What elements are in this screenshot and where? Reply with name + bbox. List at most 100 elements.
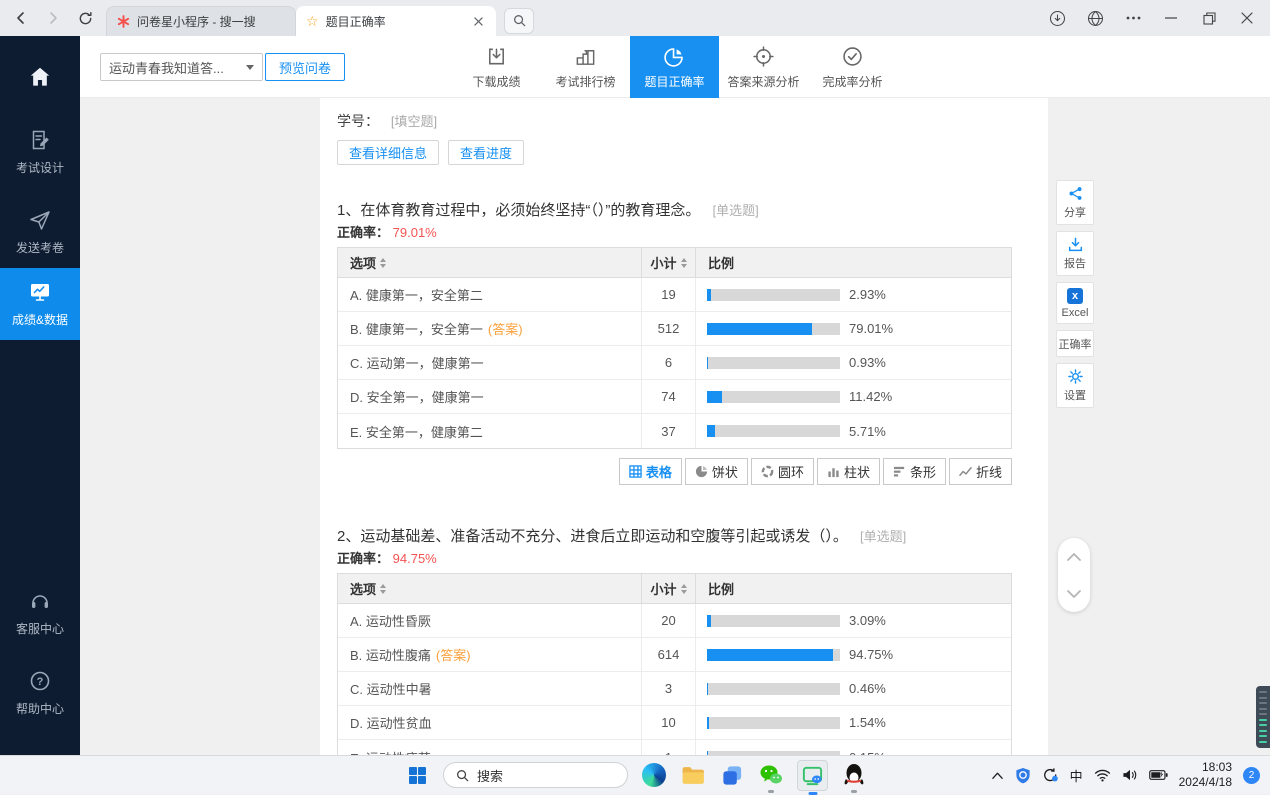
chart-type-bar-button[interactable]: 条形 xyxy=(883,458,946,485)
chart-type-pie-button[interactable]: 饼状 xyxy=(685,458,748,485)
notification-count-badge[interactable]: 2 xyxy=(1243,767,1260,784)
table-row: D. 运动性贫血 10 1.54% xyxy=(338,706,1011,740)
sidebar-item-label: 客服中心 xyxy=(16,620,64,637)
answer-tag: (答案) xyxy=(436,645,471,664)
window-restore-button[interactable] xyxy=(1192,3,1226,33)
column-header-count[interactable]: 小计 xyxy=(641,248,695,277)
active-screen-app-icon[interactable] xyxy=(797,760,828,791)
browser-back-button[interactable] xyxy=(8,5,34,31)
tray-security-shield-icon[interactable] xyxy=(1015,767,1031,784)
volume-icon[interactable] xyxy=(1122,768,1138,782)
table-row: D. 安全第一，健康第一 74 11.42% xyxy=(338,380,1011,414)
qq-icon[interactable] xyxy=(841,762,867,788)
sort-icon[interactable] xyxy=(681,258,687,268)
search-placeholder: 搜索 xyxy=(477,766,503,785)
browser-menu-icon[interactable] xyxy=(1116,3,1150,33)
view-progress-button[interactable]: 查看进度 xyxy=(448,140,524,165)
browser-tab-accuracy[interactable]: ☆ 题目正确率 xyxy=(296,6,496,36)
sidebar-item-home[interactable] xyxy=(0,46,80,108)
view-details-button[interactable]: 查看详细信息 xyxy=(337,140,439,165)
taskbar-search-box[interactable]: 搜索 xyxy=(443,762,628,788)
option-text: B. 运动性腹痛 xyxy=(350,645,431,664)
pie-chart-icon xyxy=(663,45,686,68)
sidebar-item-send-exam[interactable]: 发送考卷 xyxy=(0,196,80,268)
report-button[interactable]: 报告 xyxy=(1056,231,1094,276)
settings-button[interactable]: 设置 xyxy=(1056,363,1094,408)
nav-tab-completion-rate-analysis[interactable]: 完成率分析 xyxy=(808,36,897,98)
accuracy-tool-button[interactable]: 正确率 xyxy=(1056,330,1094,357)
tab-close-icon[interactable] xyxy=(470,13,486,29)
gear-icon xyxy=(1068,369,1083,384)
nav-tab-question-accuracy[interactable]: 题目正确率 xyxy=(630,36,719,98)
chart-type-table-button[interactable]: 表格 xyxy=(619,458,682,485)
sidebar-item-label: 帮助中心 xyxy=(16,700,64,717)
count-value: 614 xyxy=(641,638,695,671)
globe-icon[interactable] xyxy=(1078,3,1112,33)
sidebar-item-exam-design[interactable]: 考试设计 xyxy=(0,116,80,188)
blue-squares-app-icon[interactable] xyxy=(719,762,745,788)
question-text: 1、在体育教育过程中，必须始终坚持“（）”的教育理念。 xyxy=(337,202,700,219)
field-label: 学号： xyxy=(337,113,379,129)
ranking-icon xyxy=(574,45,597,68)
tray-time: 18:03 xyxy=(1179,760,1232,775)
question-title: 2、运动基础差、准备活动不充分、进食后立即运动和空腹等引起或诱发（）。 [单选题… xyxy=(337,525,1031,545)
chart-type-donut-button[interactable]: 圆环 xyxy=(751,458,814,485)
count-value: 1 xyxy=(641,740,695,755)
chevron-down-icon xyxy=(246,65,254,70)
tab-search-button[interactable] xyxy=(504,8,534,34)
answer-tag: (答案) xyxy=(488,319,523,338)
ratio-label: 5.71% xyxy=(849,424,886,439)
start-button[interactable] xyxy=(404,762,430,788)
ratio-bar xyxy=(707,615,840,627)
nav-tab-download-scores[interactable]: 下载成绩 xyxy=(452,36,541,98)
sort-icon[interactable] xyxy=(380,584,386,594)
star-favicon: ☆ xyxy=(306,13,319,30)
scroll-down-icon[interactable] xyxy=(1066,589,1082,599)
wechat-icon[interactable] xyxy=(758,762,784,788)
nav-tab-exam-ranking[interactable]: 考试排行榜 xyxy=(541,36,630,98)
column-header-count[interactable]: 小计 xyxy=(641,574,695,603)
tray-clock[interactable]: 18:03 2024/4/18 xyxy=(1179,760,1232,790)
search-icon xyxy=(456,769,469,782)
chart-type-column-button[interactable]: 柱状 xyxy=(817,458,880,485)
tray-sync-icon[interactable] xyxy=(1042,767,1059,783)
downloads-icon[interactable] xyxy=(1040,3,1074,33)
sort-icon[interactable] xyxy=(380,258,386,268)
option-text: E. 运动性疲劳 xyxy=(350,748,431,756)
sidebar-item-customer-service[interactable]: 客服中心 xyxy=(0,577,80,649)
preview-survey-button[interactable]: 预览问卷 xyxy=(265,53,345,81)
share-button[interactable]: 分享 xyxy=(1056,180,1094,225)
check-circle-icon xyxy=(841,45,864,68)
window-close-button[interactable] xyxy=(1230,3,1264,33)
file-explorer-icon[interactable] xyxy=(680,762,706,788)
battery-charging-icon[interactable] xyxy=(1149,769,1168,781)
sort-icon[interactable] xyxy=(681,584,687,594)
sidebar-item-help-center[interactable]: ? 帮助中心 xyxy=(0,657,80,729)
donut-icon xyxy=(761,465,774,478)
tray-chevron-up-icon[interactable] xyxy=(991,771,1004,780)
docked-edge-widget[interactable] xyxy=(1256,686,1270,748)
content-area: 学号： [填空题] 查看详细信息 查看进度 1、在体育教育过程中，必须始终坚持“… xyxy=(80,98,1270,755)
excel-button[interactable]: x Excel xyxy=(1056,282,1094,324)
browser-refresh-button[interactable] xyxy=(72,5,98,31)
survey-selector[interactable]: 运动青春我知道答... xyxy=(100,53,263,81)
wifi-icon[interactable] xyxy=(1094,769,1111,782)
column-header-option[interactable]: 选项 xyxy=(338,574,641,603)
column-header-option[interactable]: 选项 xyxy=(338,248,641,277)
ime-indicator[interactable]: 中 xyxy=(1070,766,1083,785)
ratio-bar xyxy=(707,683,840,695)
count-value: 512 xyxy=(641,312,695,345)
scores-data-icon xyxy=(27,280,53,304)
option-text: A. 运动性昏厥 xyxy=(350,611,431,630)
nav-tab-answer-source-analysis[interactable]: 答案来源分析 xyxy=(719,36,808,98)
column-chart-icon xyxy=(827,465,840,478)
browser-tab-wjx-miniprogram[interactable]: 问卷星小程序 - 搜一搜 xyxy=(106,6,296,36)
chart-type-line-button[interactable]: 折线 xyxy=(949,458,1012,485)
sidebar-item-scores-data[interactable]: 成绩&数据 xyxy=(0,268,80,340)
option-text: C. 运动性中暑 xyxy=(350,679,432,698)
browser-forward-button[interactable] xyxy=(40,5,66,31)
edge-browser-icon[interactable] xyxy=(641,762,667,788)
scroll-up-icon[interactable] xyxy=(1066,552,1082,562)
tool-label: Excel xyxy=(1062,307,1089,319)
window-minimize-button[interactable] xyxy=(1154,3,1188,33)
